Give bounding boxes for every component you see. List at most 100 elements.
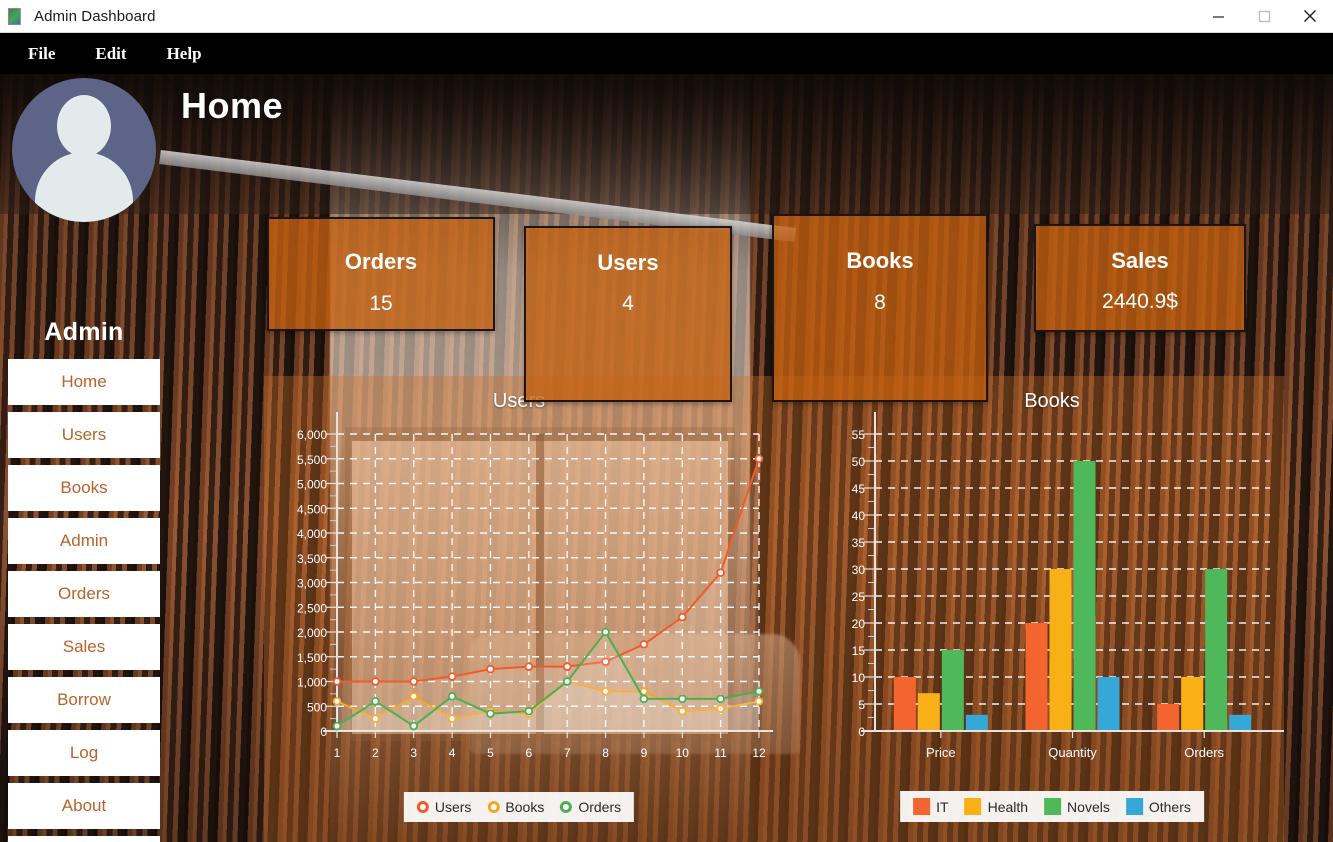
legend-item-books[interactable]: Books — [487, 799, 544, 815]
legend-item-others[interactable]: Others — [1125, 798, 1191, 815]
svg-text:2,000: 2,000 — [297, 626, 327, 640]
legend-label-it: IT — [936, 798, 949, 815]
svg-text:3,000: 3,000 — [297, 577, 327, 591]
legend-label-users: Users — [434, 799, 472, 815]
sidebar-item-about[interactable]: About — [8, 783, 160, 829]
title-bar: Admin Dashboard — [0, 0, 1333, 33]
stat-card-title: Orders — [344, 249, 418, 274]
svg-text:30: 30 — [852, 563, 866, 577]
legend-swatch-it — [913, 798, 931, 815]
bar-chart-books: Books 0510152025303540455055PriceQuantit… — [820, 376, 1284, 842]
sidebar-item-log[interactable]: Log — [8, 730, 160, 776]
svg-text:11: 11 — [714, 746, 727, 760]
svg-text:20: 20 — [852, 617, 866, 631]
charts-panel: Users 05001,0001,5002,0002,5003,0003,500… — [264, 376, 1284, 842]
legend-label-health: Health — [987, 798, 1029, 815]
svg-text:6,000: 6,000 — [297, 428, 327, 442]
svg-text:5,500: 5,500 — [297, 453, 327, 467]
svg-text:7: 7 — [564, 746, 571, 760]
svg-text:2: 2 — [372, 746, 379, 760]
svg-text:3,500: 3,500 — [297, 552, 327, 566]
stat-card-value: 15 — [369, 292, 393, 315]
window-title: Admin Dashboard — [34, 7, 156, 25]
legend-swatch-health — [964, 798, 982, 815]
stat-card-sales[interactable]: Sales 2440.9$ — [1034, 224, 1246, 332]
svg-text:1: 1 — [334, 746, 341, 760]
svg-text:12: 12 — [752, 746, 766, 760]
legend-swatch-novels — [1044, 798, 1062, 815]
legend-label-novels: Novels — [1067, 798, 1110, 815]
sidebar-item-books[interactable]: Books — [8, 465, 160, 511]
stat-card-title: Books — [846, 248, 914, 273]
maximize-icon[interactable] — [1241, 0, 1287, 33]
svg-text:Price: Price — [926, 745, 956, 760]
svg-text:40: 40 — [852, 509, 866, 523]
svg-text:15: 15 — [852, 644, 866, 658]
legend-label-others: Others — [1148, 798, 1191, 815]
bar-chart-legend: IT Health Novels Others — [900, 791, 1204, 822]
legend-swatch-books — [487, 801, 500, 813]
svg-text:4,500: 4,500 — [297, 502, 327, 516]
svg-text:1,000: 1,000 — [297, 676, 327, 690]
svg-text:10: 10 — [852, 671, 866, 685]
app-icon — [8, 7, 25, 25]
legend-swatch-orders — [560, 801, 573, 813]
legend-label-books: Books — [505, 799, 545, 815]
legend-swatch-others — [1125, 798, 1143, 815]
svg-text:25: 25 — [852, 590, 866, 604]
sidebar-item-sales[interactable]: Sales — [8, 624, 160, 670]
legend-item-it[interactable]: IT — [913, 798, 949, 815]
svg-text:35: 35 — [852, 536, 866, 550]
stat-card-value: 4 — [622, 292, 634, 315]
legend-item-orders[interactable]: Orders — [560, 799, 621, 815]
app-window: Admin Dashboard File Edit Help Home Admi… — [0, 0, 1333, 842]
menu-item-help[interactable]: Help — [155, 44, 214, 64]
sidebar-item-admin[interactable]: Admin — [8, 518, 160, 564]
legend-item-novels[interactable]: Novels — [1044, 798, 1110, 815]
svg-text:2,500: 2,500 — [297, 601, 327, 615]
stat-card-users[interactable]: Users 4 — [524, 226, 732, 402]
svg-text:Orders: Orders — [1184, 745, 1224, 760]
menu-item-edit[interactable]: Edit — [83, 44, 138, 64]
sidebar-item-borrow[interactable]: Borrow — [8, 677, 160, 723]
svg-text:3: 3 — [410, 746, 417, 760]
svg-text:Quantity: Quantity — [1048, 745, 1097, 760]
stat-card-title: Users — [597, 250, 659, 275]
stat-card-title: Sales — [1111, 248, 1169, 273]
svg-text:5: 5 — [858, 698, 865, 712]
svg-text:55: 55 — [852, 428, 866, 442]
legend-item-health[interactable]: Health — [964, 798, 1029, 815]
line-chart-plot: 05001,0001,5002,0002,5003,0003,5004,0004… — [264, 376, 774, 842]
line-chart-users: Users 05001,0001,5002,0002,5003,0003,500… — [264, 376, 774, 842]
legend-swatch-users — [416, 801, 429, 813]
svg-text:4,000: 4,000 — [297, 527, 327, 541]
svg-text:6: 6 — [525, 746, 532, 760]
sidebar-item-logout[interactable]: Log out — [8, 836, 160, 842]
svg-text:50: 50 — [852, 455, 866, 469]
stat-card-value: 2440.9$ — [1102, 290, 1178, 313]
minimize-icon[interactable] — [1195, 0, 1241, 33]
svg-text:1,500: 1,500 — [297, 651, 327, 665]
sidebar-item-users[interactable]: Users — [8, 412, 160, 458]
window-controls — [1195, 0, 1333, 33]
stat-cards: Orders 15 Users 4 Books 8 Sales 2440.9$ — [0, 74, 1333, 402]
svg-text:9: 9 — [641, 746, 648, 760]
svg-text:5: 5 — [487, 746, 494, 760]
svg-text:4: 4 — [449, 746, 456, 760]
legend-label-orders: Orders — [578, 799, 622, 815]
bar-chart-plot: 0510152025303540455055PriceQuantityOrder… — [820, 376, 1284, 842]
sidebar-item-orders[interactable]: Orders — [8, 571, 160, 617]
stat-card-books[interactable]: Books 8 — [772, 214, 988, 402]
legend-item-users[interactable]: Users — [416, 799, 472, 815]
stat-card-value: 8 — [874, 291, 886, 314]
svg-text:500: 500 — [307, 700, 327, 714]
svg-text:8: 8 — [602, 746, 609, 760]
sidebar-nav: Home Users Books Admin Orders Sales Borr… — [8, 359, 160, 842]
close-icon[interactable] — [1287, 0, 1333, 33]
stat-card-orders[interactable]: Orders 15 — [267, 217, 495, 331]
svg-text:5,000: 5,000 — [297, 478, 327, 492]
menu-item-file[interactable]: File — [16, 44, 67, 64]
line-chart-legend: Users Books Orders — [403, 792, 635, 822]
svg-text:10: 10 — [676, 746, 690, 760]
svg-text:45: 45 — [852, 482, 866, 496]
